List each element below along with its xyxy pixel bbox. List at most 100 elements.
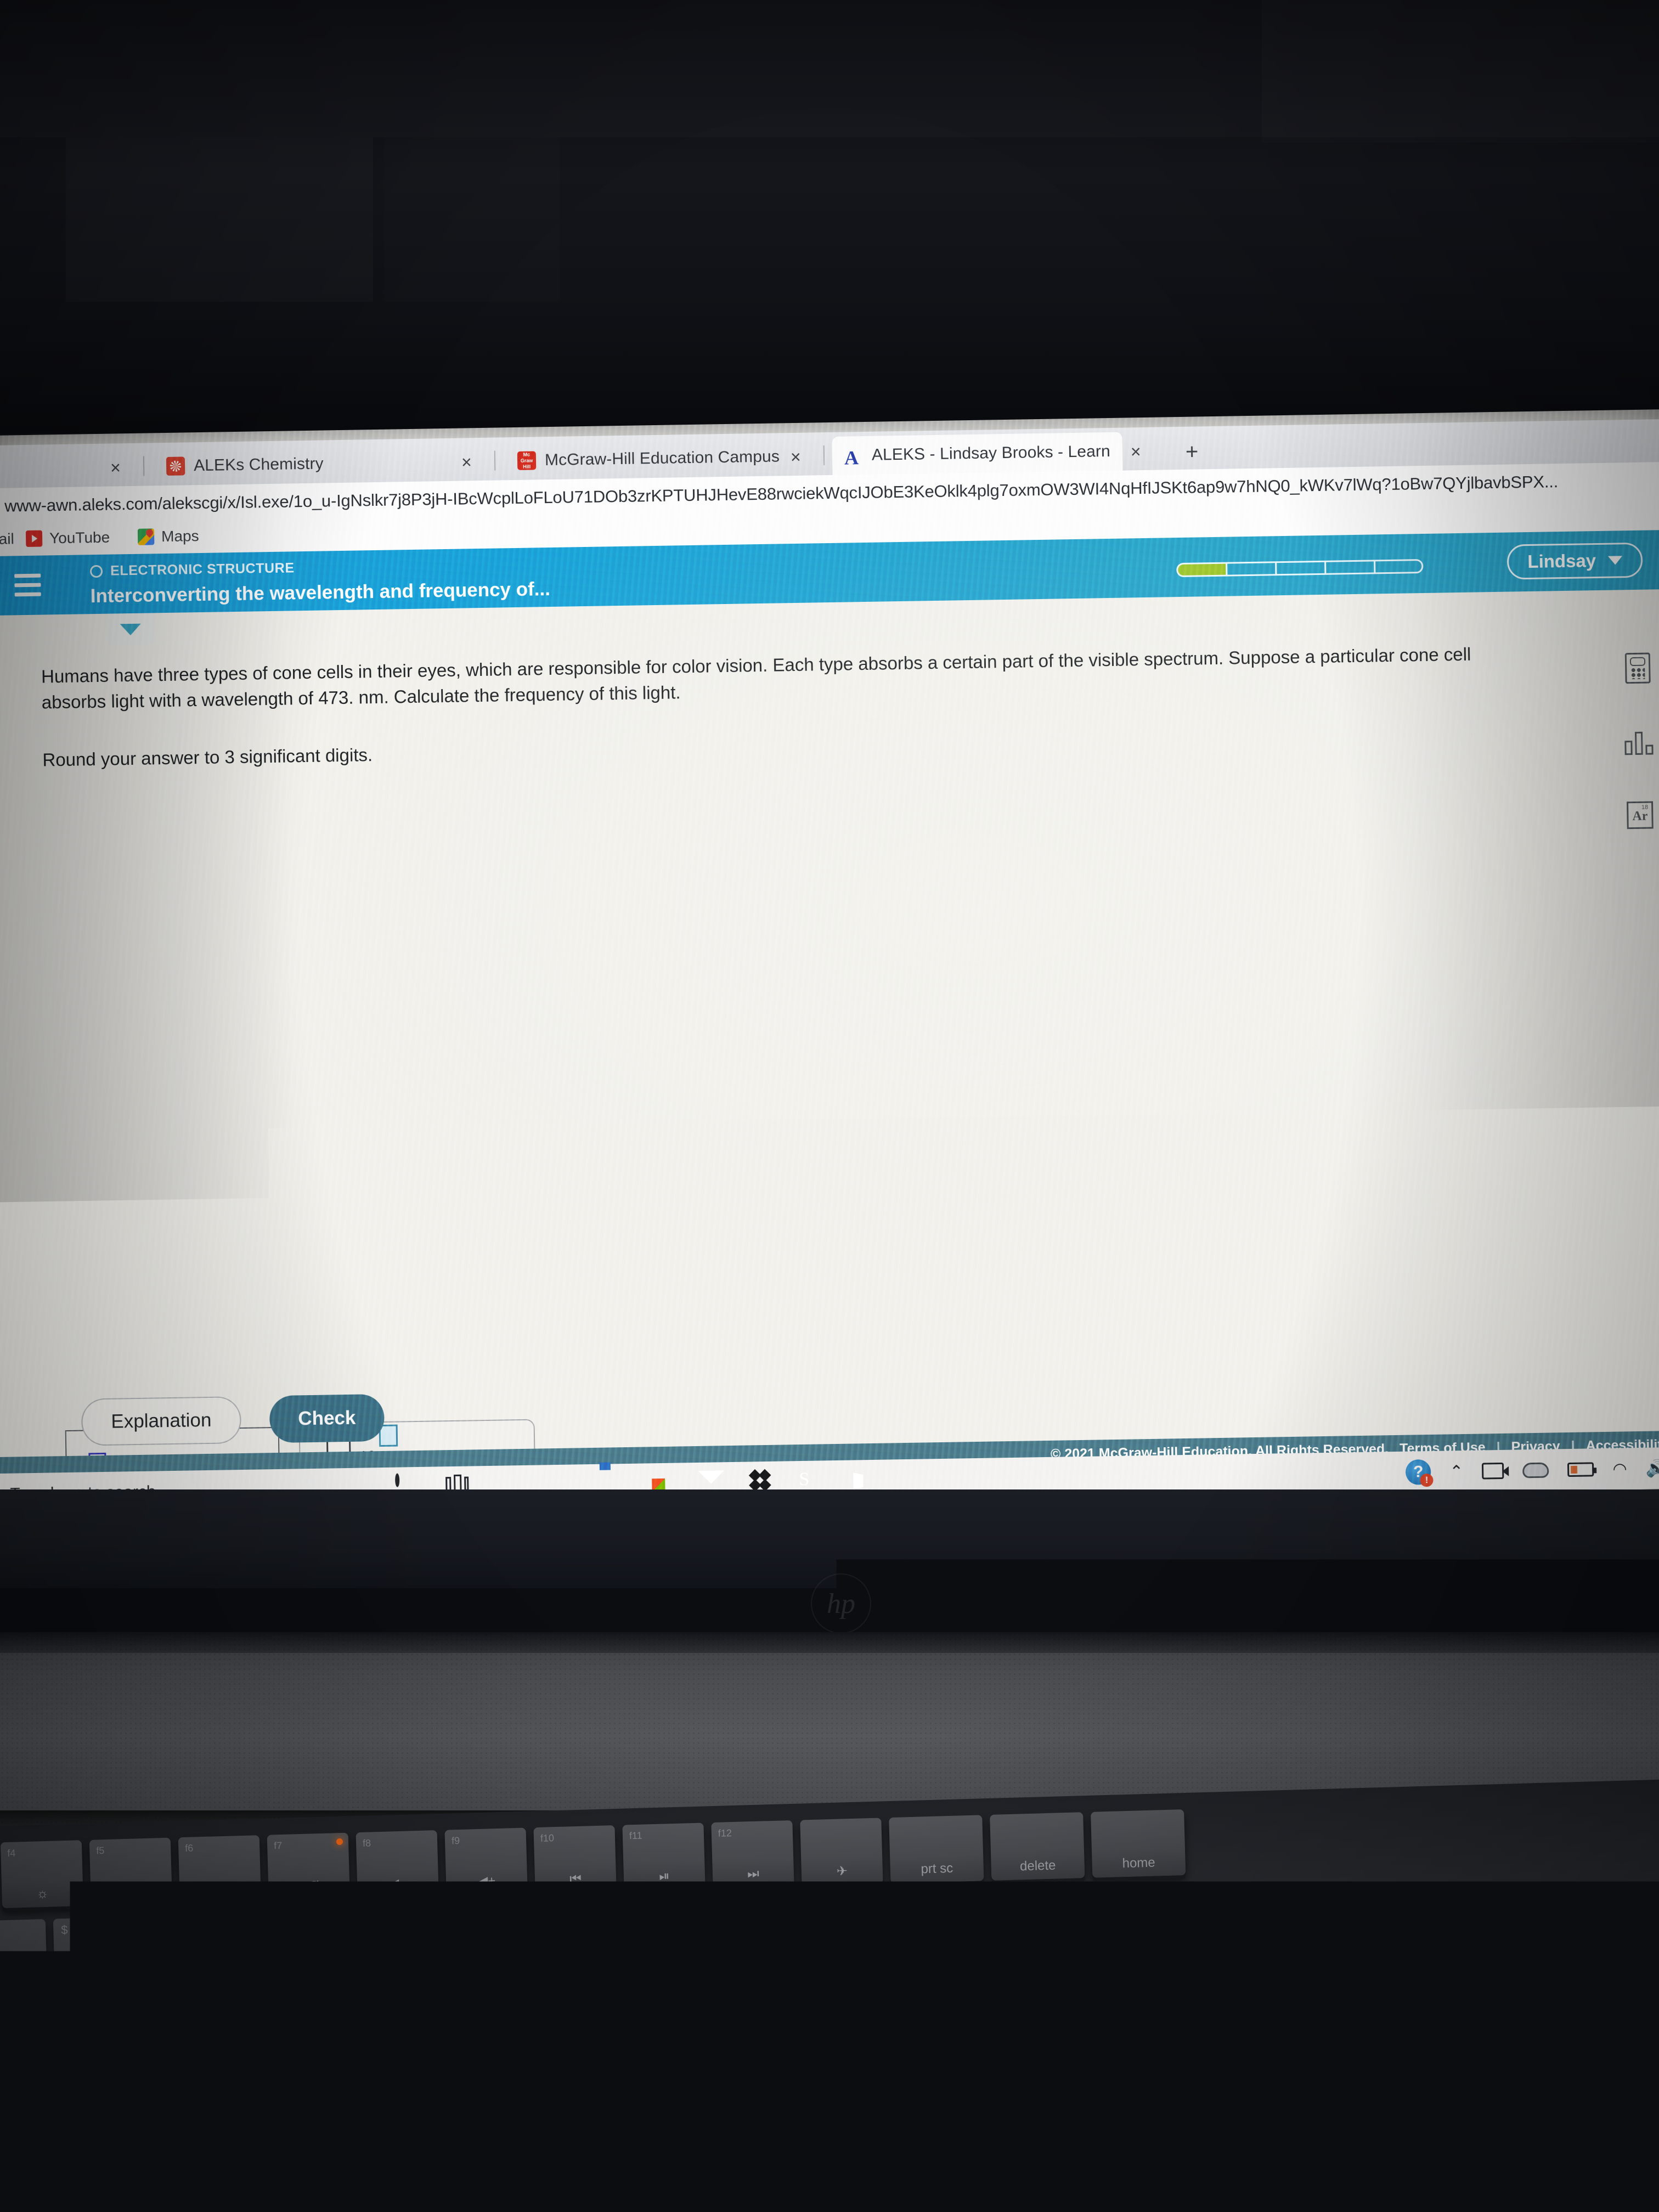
key-label: 0 xyxy=(695,1967,706,1989)
progress-segment xyxy=(1374,559,1423,574)
key-bracket-left[interactable]: {[ xyxy=(820,1996,921,2097)
tab-mcgraw-hill[interactable]: McGraw-Hill Education Campus xyxy=(505,437,792,480)
user-name: Lindsay xyxy=(1527,550,1596,572)
tab-close-2[interactable]: × xyxy=(791,448,801,466)
key-3[interactable]: #3 xyxy=(0,1919,48,2015)
room-background xyxy=(0,0,1659,433)
menu-icon[interactable] xyxy=(14,574,41,597)
key-label: 5 xyxy=(196,1981,207,2003)
key-f10-prev[interactable]: f10 ⏮ xyxy=(533,1825,616,1893)
key-6[interactable]: ^ 6 xyxy=(253,1911,348,2007)
explanation-button[interactable]: Explanation xyxy=(81,1396,241,1446)
key-label: \ xyxy=(1098,2062,1104,2084)
volume-muted-icon[interactable]: 🔊✕ xyxy=(1645,1458,1659,1478)
key-shift-label: % xyxy=(161,1920,172,1935)
tool-rail: 18 Ar xyxy=(1616,652,1659,873)
bookmark-label: YouTube xyxy=(49,529,110,548)
laptop-screen: × ALEKs Chemistry × McGraw-Hill Educatio… xyxy=(0,409,1659,1511)
key-f4[interactable]: f4 ☼ xyxy=(1,1840,83,1908)
key-f8-voldown[interactable]: f8 ◀− xyxy=(356,1830,439,1898)
key-equals[interactable]: + = xyxy=(851,1894,946,1990)
aleks-a-icon: A xyxy=(844,446,864,465)
key-minus[interactable]: _ - xyxy=(752,1897,847,1993)
calculator-tool[interactable] xyxy=(1622,652,1654,684)
key-i[interactable]: I xyxy=(505,2005,605,2106)
question-body: Humans have three types of cone cells in… xyxy=(41,641,1503,771)
key-8[interactable]: * 8 xyxy=(452,1905,547,2001)
user-menu-button[interactable]: Lindsay xyxy=(1507,543,1643,580)
key-fn-label: f12 xyxy=(718,1827,732,1839)
key-fn-label: f6 xyxy=(185,1843,194,1854)
key-fn-label: f10 xyxy=(540,1832,555,1844)
key-0[interactable]: ) 0 xyxy=(652,1900,747,1996)
key-fn-label: f9 xyxy=(452,1835,460,1847)
wifi-icon[interactable]: ◠ xyxy=(1612,1459,1627,1479)
key-label: = xyxy=(894,1961,906,1983)
key-u[interactable]: U xyxy=(399,2007,500,2109)
new-tab-button[interactable]: + xyxy=(1186,441,1199,462)
key-fn-label: f11 xyxy=(629,1830,642,1842)
key-backslash[interactable]: | \ xyxy=(1031,1989,1170,2091)
key-f6[interactable]: f6 xyxy=(178,1835,261,1903)
tab-close-1[interactable]: × xyxy=(461,453,472,471)
objective-label: ELECTRONIC STRUCTURE xyxy=(90,560,295,579)
data-tool[interactable] xyxy=(1623,725,1655,758)
system-tray: ?! ⌃ ◠ 🔊✕ xyxy=(1406,1455,1659,1485)
key-label: backspace xyxy=(1018,1962,1081,1979)
key-bracket-right[interactable]: }] xyxy=(926,1993,1026,2094)
key-fn-label: f7 xyxy=(274,1840,283,1852)
key-7[interactable]: & 7 xyxy=(353,1908,448,2004)
tab-aleks-chemistry[interactable]: ALEKs Chemistry xyxy=(154,444,336,486)
tab-close-3[interactable]: × xyxy=(1131,443,1141,460)
key-4[interactable]: $4 xyxy=(53,1916,148,2012)
page-title: Interconverting the wavelength and frequ… xyxy=(91,578,551,607)
key-e[interactable]: E xyxy=(0,2019,78,2121)
data-chart-icon xyxy=(1624,728,1654,755)
camera-icon[interactable] xyxy=(1482,1463,1504,1480)
key-shift-label: ) xyxy=(660,1906,664,1921)
collapse-question-tab[interactable] xyxy=(106,613,155,645)
mcgraw-hill-icon xyxy=(517,451,537,470)
bookmark-label: Maps xyxy=(161,527,199,545)
tab-label: ALEKS - Lindsay Brooks - Learn xyxy=(872,442,1110,465)
help-alert-icon[interactable]: ?! xyxy=(1406,1459,1431,1485)
progress-segment xyxy=(1324,560,1374,574)
key-shift-label: ( xyxy=(560,1909,565,1923)
key-f11-playpause[interactable]: f11 ⏯ xyxy=(622,1823,705,1891)
key-label: 8 xyxy=(495,1973,506,1995)
key-fn-label: f8 xyxy=(363,1837,371,1849)
key-f12-next[interactable]: f12 ⏭ xyxy=(711,1820,794,1888)
key-o[interactable]: O xyxy=(610,2001,710,2103)
periodic-table-icon: 18 Ar xyxy=(1627,801,1654,829)
cortana-icon xyxy=(395,1474,399,1487)
onedrive-icon[interactable] xyxy=(1522,1463,1549,1479)
laptop-photo: × ALEKs Chemistry × McGraw-Hill Educatio… xyxy=(0,0,1659,2212)
laptop-keyboard: f4 ☼ f5 ▭ f6 f7 ◀Ø f8 ◀− f9 ◀+ f10 ⏮ f11 ⏯ f12 ⏭… xyxy=(0,1779,1659,2212)
key-airplane[interactable]: ✈ xyxy=(800,1818,883,1886)
key-label: 3 xyxy=(0,1987,7,2008)
periodic-table-tool[interactable]: 18 Ar xyxy=(1624,799,1656,831)
key-y[interactable]: Y xyxy=(294,2011,394,2112)
key-home[interactable]: home xyxy=(1091,1809,1186,1878)
key-5[interactable]: % 5 xyxy=(153,1914,248,2010)
check-button[interactable]: Check xyxy=(269,1394,385,1443)
key-print-screen[interactable]: prt sc xyxy=(889,1815,984,1883)
key-p[interactable]: P xyxy=(715,1999,815,2100)
bookmark-gmail[interactable]: nail xyxy=(0,530,14,548)
tab-close-0[interactable]: × xyxy=(110,459,121,476)
key-t[interactable]: T xyxy=(189,2013,289,2115)
key-label: 6 xyxy=(295,1978,306,2000)
key-f9-volup[interactable]: f9 ◀+ xyxy=(444,1828,527,1896)
bookmark-maps[interactable]: Maps xyxy=(138,527,199,546)
question-text: Humans have three types of cone cells in… xyxy=(41,641,1502,716)
battery-icon[interactable] xyxy=(1567,1462,1594,1477)
key-f5[interactable]: f5 ▭ xyxy=(89,1838,172,1906)
bookmark-youtube[interactable]: YouTube xyxy=(26,529,110,548)
tab-aleks-lindsay-brooks[interactable]: A ALEKS - Lindsay Brooks - Learn xyxy=(832,432,1122,475)
key-r[interactable]: R xyxy=(83,2016,184,2118)
show-hidden-icons-chevron[interactable]: ⌃ xyxy=(1449,1462,1464,1481)
key-f7-mute[interactable]: f7 ◀Ø xyxy=(267,1833,350,1901)
key-backspace[interactable]: ← backspace xyxy=(951,1889,1130,1987)
key-delete[interactable]: delete xyxy=(990,1812,1085,1881)
key-9[interactable]: (9 xyxy=(552,1903,647,1999)
